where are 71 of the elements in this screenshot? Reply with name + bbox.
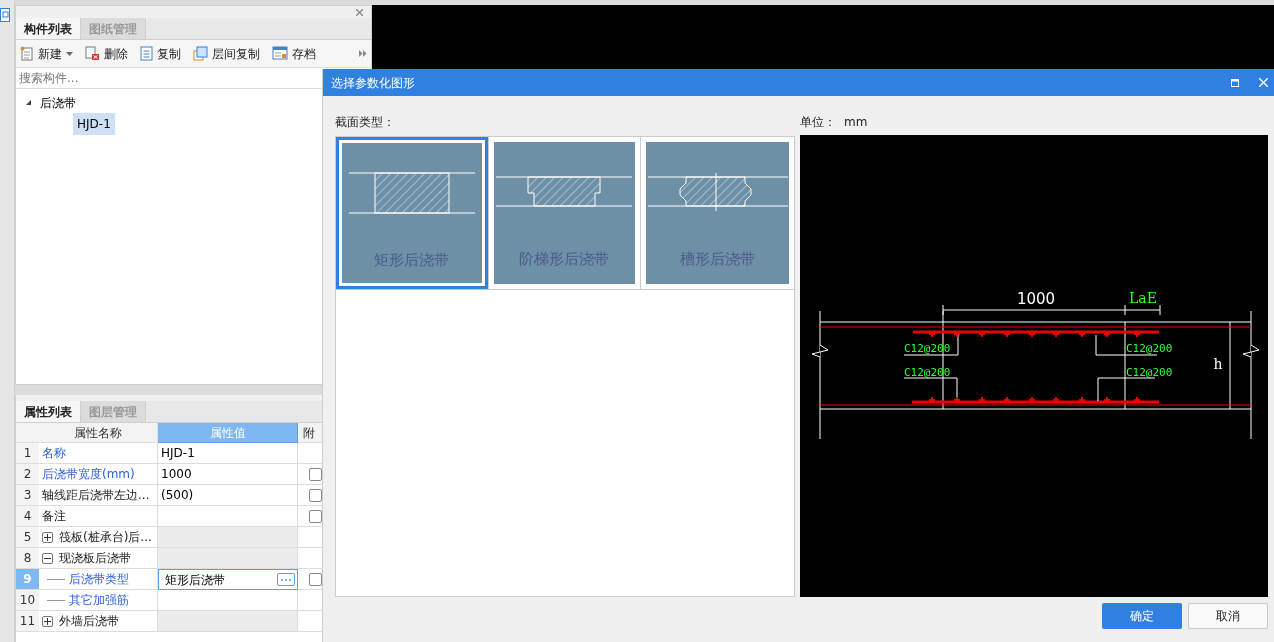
row-number: 3 [16,485,39,506]
row-number: 1 [16,443,39,464]
value-cell[interactable]: (500) [158,485,298,506]
rebar-label: C12@200 [1126,366,1173,379]
expand-toggle-icon[interactable] [25,99,32,106]
unit-value: mm [844,114,868,131]
panel-tab[interactable]: 构件列表 [16,18,81,39]
toolbar-button[interactable]: 层间复制 [193,44,260,63]
document-icon [140,46,153,61]
search-field[interactable]: 搜索构件... [16,68,322,89]
confirm-button[interactable]: 确定 [1102,603,1182,629]
plus-icon [44,533,51,541]
layers-icon [193,46,208,61]
row-number: 4 [16,506,39,527]
maximize-icon[interactable] [1231,78,1239,87]
property-name: 后浇带类型 [69,571,129,588]
row-number: 11 [16,611,39,632]
checkbox[interactable] [309,509,322,523]
close-icon[interactable] [356,8,363,16]
rebar-label: C12@200 [904,366,951,379]
panel-tab[interactable]: 属性列表 [16,401,81,422]
row-number: 5 [16,527,39,548]
dimension-label: 1000 [1016,290,1056,308]
row-number: 10 [16,590,39,611]
row-number: 9 [16,569,39,590]
toolbar-button[interactable]: 删除 [85,44,128,63]
property-name: 名称 [41,445,66,462]
toolbar-button[interactable]: 新建 [20,44,73,63]
value-cell[interactable]: 1000 [158,464,298,485]
archive-icon [272,46,288,61]
unit-label: 单位： [800,114,836,131]
window-icon[interactable] [0,8,10,22]
value-cell[interactable]: HJD-1 [158,443,298,464]
collapse-button[interactable] [42,552,53,564]
cancel-button[interactable]: 取消 [1188,603,1268,629]
toolbar-button[interactable]: 存档 [272,44,316,63]
property-name: 筏板(桩承台)后... [59,529,152,546]
property-value[interactable]: 1000 [161,465,192,483]
property-value[interactable]: HJD-1 [161,444,195,462]
property-value[interactable]: (500) [161,486,194,504]
dimension-label: LaE [1129,290,1157,306]
section-type-label: 截面类型： [335,114,396,131]
checkbox[interactable] [309,467,322,481]
property-name: 外墙后浇带 [59,613,119,630]
checkbox[interactable] [309,572,322,586]
property-name: 现浇板后浇带 [59,550,131,567]
ellipsis-icon [281,578,291,581]
toolbar-button[interactable]: 复制 [140,44,181,63]
ellipsis-button[interactable] [277,573,295,586]
rebar-label: C12@200 [1126,342,1173,355]
new-file-icon [20,46,34,61]
checkbox[interactable] [309,488,322,502]
delete-file-icon [85,46,100,61]
property-name: 轴线距后浇带左边... [41,487,150,504]
column-header: 属性名称 [39,423,158,443]
column-header: 附 [298,423,322,443]
overflow-icon[interactable] [359,50,367,57]
plus-icon [44,617,51,625]
tree-item[interactable]: 后浇带 [38,93,78,112]
dimension-label: h [1213,356,1223,372]
dialog-title: 选择参数化图形 [331,74,415,92]
rebar-label: C12@200 [904,342,951,355]
expand-button[interactable] [42,531,53,543]
row-number: 2 [16,464,39,485]
row-number: 8 [16,548,39,569]
tree-item[interactable]: HJD-1 [73,113,115,135]
expand-button[interactable] [42,615,53,627]
property-name: 其它加强筋 [69,592,129,609]
property-name: 备注 [41,508,66,525]
column-header: 属性值 [158,423,298,443]
property-name: 后浇带宽度(mm) [41,466,135,483]
